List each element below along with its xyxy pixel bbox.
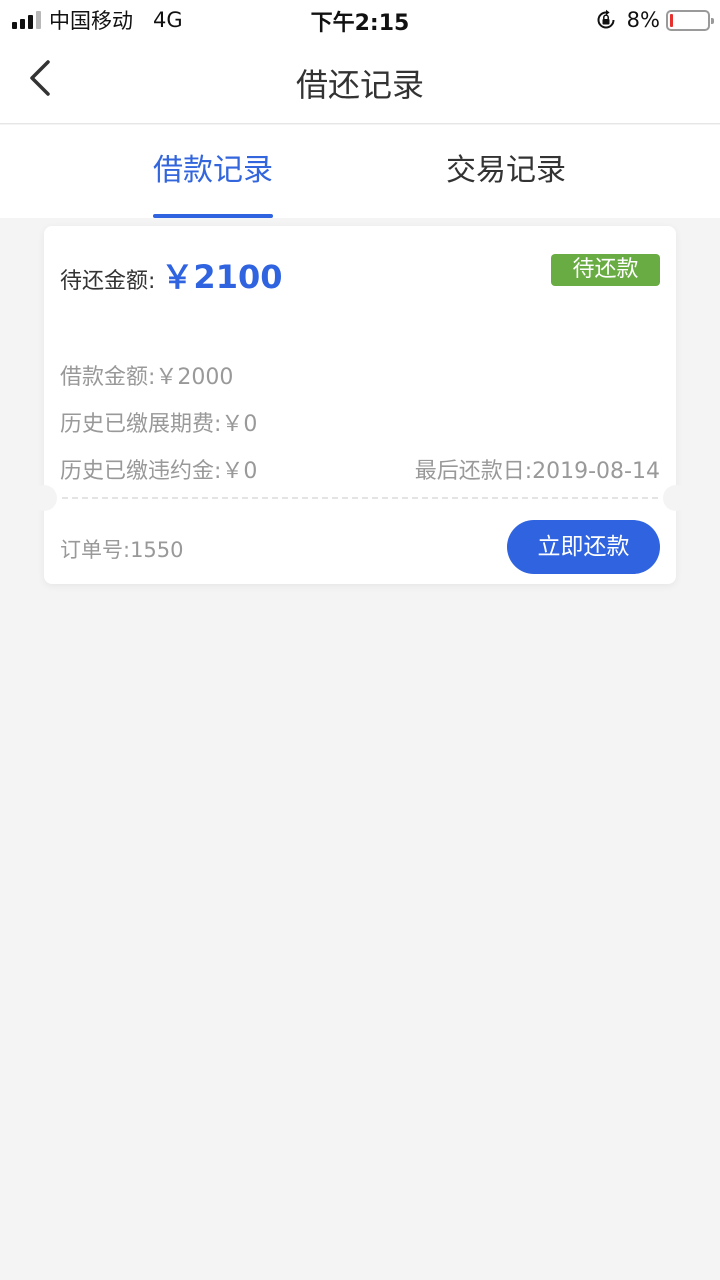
- record-tabs: 借款记录 交易记录: [0, 125, 720, 218]
- battery-icon: [666, 9, 714, 31]
- card-notch: [663, 485, 689, 511]
- tab-label: 交易记录: [446, 153, 566, 188]
- loan-amount: 借款金额:￥2000: [60, 365, 234, 390]
- status-bar: 中国移动 4G 下午2:15 8%: [0, 0, 720, 40]
- repay-now-button[interactable]: 立即还款: [507, 520, 660, 574]
- status-badge: 待还款: [551, 254, 660, 286]
- status-right: 8%: [595, 7, 714, 33]
- dashed-divider: [62, 497, 658, 499]
- loan-record-card[interactable]: 待还金额: ￥2100 待还款 借款金额:￥2000 历史已缴展期费:￥0 历史…: [31, 226, 689, 584]
- battery-percent: 8%: [626, 8, 660, 32]
- card-notch: [31, 485, 57, 511]
- nav-bar: 借还记录: [0, 40, 720, 124]
- amount-due-row: 待还金额: ￥2100: [60, 252, 283, 298]
- last-repayment-date: 最后还款日:2019-08-14: [414, 459, 660, 484]
- penalty-paid: 历史已缴违约金:￥0: [60, 459, 258, 484]
- amount-due-label: 待还金额:: [60, 269, 156, 294]
- extension-fee-paid: 历史已缴展期费:￥0: [60, 412, 258, 437]
- page-title: 借还记录: [295, 66, 424, 104]
- battery-level: [670, 13, 673, 27]
- tab-label: 借款记录: [153, 153, 273, 218]
- active-tab-indicator: [153, 214, 273, 218]
- order-number: 订单号:1550: [60, 538, 184, 562]
- amount-due-value: ￥2100: [161, 258, 283, 296]
- tab-transaction-records[interactable]: 交易记录: [326, 125, 686, 218]
- orientation-lock-icon: [597, 9, 615, 29]
